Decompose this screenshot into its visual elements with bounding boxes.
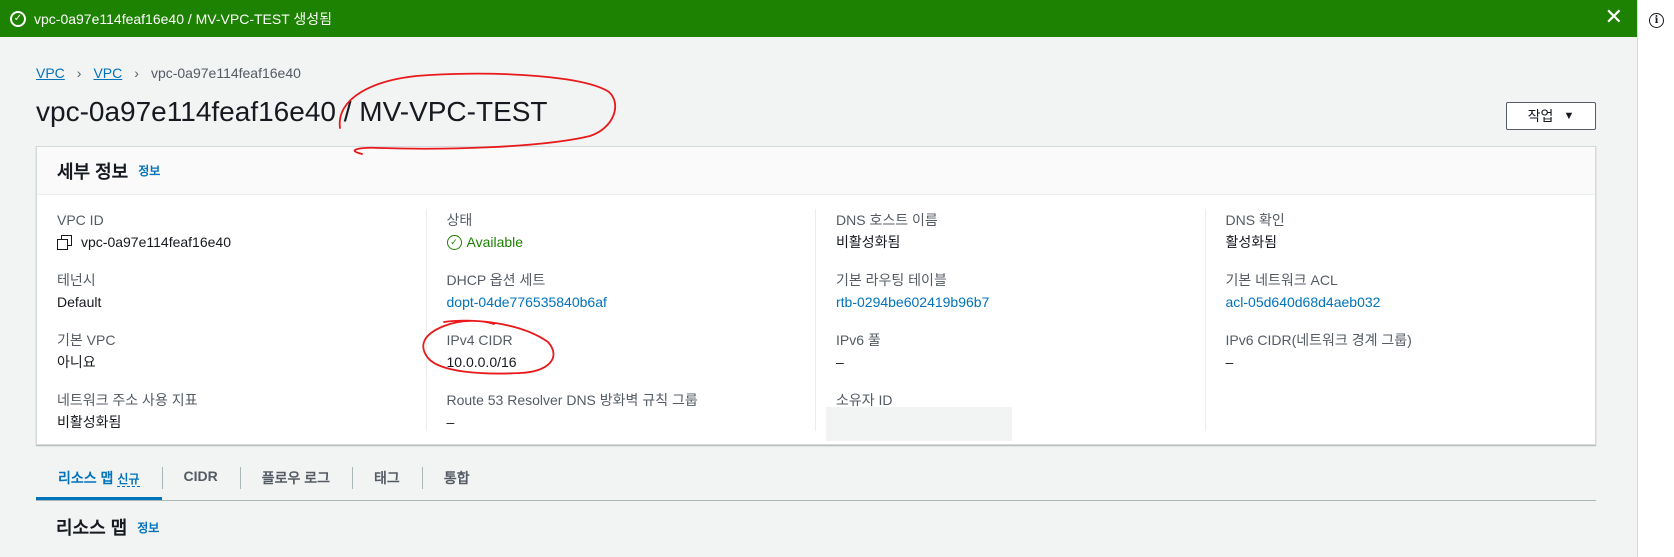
info-icon[interactable]: i bbox=[1649, 13, 1664, 28]
field-label: IPv6 풀 bbox=[836, 332, 881, 348]
field-label: DHCP 옵션 세트 bbox=[446, 272, 546, 288]
field-dns-firewall: Route 53 Resolver DNS 방화벽 규칙 그룹 – bbox=[447, 389, 816, 449]
close-icon[interactable]: ✕ bbox=[1605, 6, 1623, 28]
field-label: 네트워크 주소 사용 지표 bbox=[57, 392, 198, 408]
field-label: IPv6 CIDR(네트워크 경계 그룹) bbox=[1225, 332, 1412, 348]
new-badge: 신규 bbox=[117, 472, 140, 487]
field-value: vpc-0a97e114feaf16e40 bbox=[57, 231, 426, 253]
field-dhcp-options: DHCP 옵션 세트 dopt-04de776535840b6af bbox=[447, 269, 816, 329]
resource-map-heading: 리소스 맵 bbox=[56, 518, 128, 538]
details-column-3: DNS 호스트 이름 비활성화됨 기본 라우팅 테이블 rtb-0294be60… bbox=[816, 209, 1206, 441]
details-column-2: 상태 ✓ Available DHCP 옵션 세트 dopt-04de77653… bbox=[427, 209, 816, 431]
field-ipv6-pool: IPv6 풀 – bbox=[836, 329, 1205, 389]
check-circle-icon: ✓ bbox=[446, 234, 462, 250]
field-label: 테넌시 bbox=[57, 272, 96, 288]
field-main-route-table: 기본 라우팅 테이블 rtb-0294be602419b96b7 bbox=[836, 269, 1205, 329]
details-column-1: VPC ID vpc-0a97e114feaf16e40 테넌시 Default… bbox=[37, 209, 427, 431]
vpc-id-value: vpc-0a97e114feaf16e40 bbox=[81, 234, 231, 250]
tab-label: 통합 bbox=[443, 470, 470, 486]
tab-cidr[interactable]: CIDR bbox=[161, 463, 240, 500]
field-label: 상태 bbox=[446, 212, 473, 228]
field-label: 기본 라우팅 테이블 bbox=[836, 272, 947, 288]
field-ipv4-cidr: IPv4 CIDR 10.0.0.0/16 bbox=[447, 329, 816, 389]
dhcp-options-link[interactable]: dopt-04de776535840b6af bbox=[447, 291, 816, 313]
chevron-right-icon: › bbox=[76, 65, 82, 81]
field-value: – bbox=[446, 414, 455, 430]
check-circle-icon: ✓ bbox=[10, 10, 26, 27]
banner-message: vpc-0a97e114feaf16e40 / MV-VPC-TEST 생성됨 bbox=[34, 10, 333, 27]
details-header: 세부 정보 정보 bbox=[37, 147, 1595, 195]
breadcrumb-vpc-list[interactable]: VPC bbox=[93, 65, 122, 81]
field-value: 10.0.0.0/16 bbox=[446, 354, 517, 370]
field-value: – bbox=[1225, 354, 1234, 370]
field-default-vpc: 기본 VPC 아니요 bbox=[57, 329, 426, 389]
copy-icon[interactable] bbox=[57, 235, 72, 250]
detail-tabs: 리소스 맵 신규 CIDR 플로우 로그 태그 통합 bbox=[36, 463, 1596, 501]
network-acl-link[interactable]: acl-05d640d68d4aeb032 bbox=[1226, 291, 1596, 313]
help-panel-rail: i bbox=[1637, 0, 1674, 557]
details-heading: 세부 정보 bbox=[57, 161, 129, 182]
caret-down-icon: ▼ bbox=[1563, 110, 1575, 122]
tab-label: 플로우 로그 bbox=[261, 470, 331, 486]
breadcrumb: VPC › VPC › vpc-0a97e114feaf16e40 bbox=[36, 65, 301, 81]
tab-label: CIDR bbox=[183, 468, 218, 484]
tab-flow-logs[interactable]: 플로우 로그 bbox=[239, 463, 352, 500]
field-network-usage-metrics: 네트워크 주소 사용 지표 비활성화됨 bbox=[57, 389, 426, 449]
field-vpc-id: VPC ID vpc-0a97e114feaf16e40 bbox=[57, 209, 426, 269]
chevron-right-icon: › bbox=[134, 65, 139, 81]
page-title: vpc-0a97e114feaf16e40 / MV-VPC-TEST bbox=[36, 96, 548, 127]
field-value: 비활성화됨 bbox=[836, 234, 901, 250]
details-panel: 세부 정보 정보 VPC ID vpc-0a97e114feaf16e40 테넌… bbox=[36, 146, 1596, 445]
tab-resource-map[interactable]: 리소스 맵 신규 bbox=[36, 463, 162, 500]
field-dns-hostnames: DNS 호스트 이름 비활성화됨 bbox=[836, 209, 1205, 269]
field-ipv6-cidr: IPv6 CIDR(네트워크 경계 그룹) – bbox=[1226, 329, 1596, 389]
state-value: Available bbox=[466, 234, 524, 250]
breadcrumb-vpc-home[interactable]: VPC bbox=[36, 65, 65, 81]
redacted-value bbox=[826, 407, 1012, 441]
field-label: Route 53 Resolver DNS 방화벽 규칙 그룹 bbox=[446, 392, 698, 408]
tab-label: 리소스 맵 bbox=[58, 470, 114, 486]
actions-label: 작업 bbox=[1527, 108, 1554, 124]
field-dns-resolution: DNS 확인 활성화됨 bbox=[1226, 209, 1596, 269]
field-label: 소유자 ID bbox=[836, 392, 893, 408]
details-column-4: DNS 확인 활성화됨 기본 네트워크 ACL acl-05d640d68d4a… bbox=[1206, 209, 1596, 431]
field-label: DNS 호스트 이름 bbox=[836, 212, 938, 228]
field-label: DNS 확인 bbox=[1225, 212, 1285, 228]
field-state: 상태 ✓ Available bbox=[446, 209, 816, 269]
resource-map-header: 리소스 맵 정보 bbox=[56, 514, 159, 540]
field-tenancy: 테넌시 Default bbox=[57, 269, 426, 329]
success-banner: ✓ vpc-0a97e114feaf16e40 / MV-VPC-TEST 생성… bbox=[0, 0, 1637, 37]
details-info-link[interactable]: 정보 bbox=[138, 162, 160, 179]
field-owner-id: 소유자 ID bbox=[826, 389, 1205, 449]
breadcrumb-current: vpc-0a97e114feaf16e40 bbox=[150, 65, 301, 81]
field-value: – bbox=[836, 354, 844, 370]
status-badge: ✓ Available bbox=[446, 231, 816, 253]
route-table-link[interactable]: rtb-0294be602419b96b7 bbox=[836, 291, 1205, 313]
field-label: VPC ID bbox=[57, 212, 104, 228]
resource-map-info-link[interactable]: 정보 bbox=[137, 519, 159, 536]
tab-integrations[interactable]: 통합 bbox=[421, 463, 492, 500]
tab-label: 태그 bbox=[374, 470, 400, 486]
field-value: 아니요 bbox=[57, 354, 96, 370]
field-value: 활성화됨 bbox=[1225, 234, 1278, 250]
field-main-network-acl: 기본 네트워크 ACL acl-05d640d68d4aeb032 bbox=[1226, 269, 1596, 329]
field-value: Default bbox=[57, 294, 102, 310]
tab-tags[interactable]: 태그 bbox=[352, 463, 422, 500]
field-label: 기본 VPC bbox=[57, 332, 116, 348]
field-label: IPv4 CIDR bbox=[446, 332, 513, 348]
field-label: 기본 네트워크 ACL bbox=[1225, 272, 1338, 288]
actions-dropdown-button[interactable]: 작업 ▼ bbox=[1506, 102, 1596, 130]
field-value: 비활성화됨 bbox=[57, 414, 122, 430]
